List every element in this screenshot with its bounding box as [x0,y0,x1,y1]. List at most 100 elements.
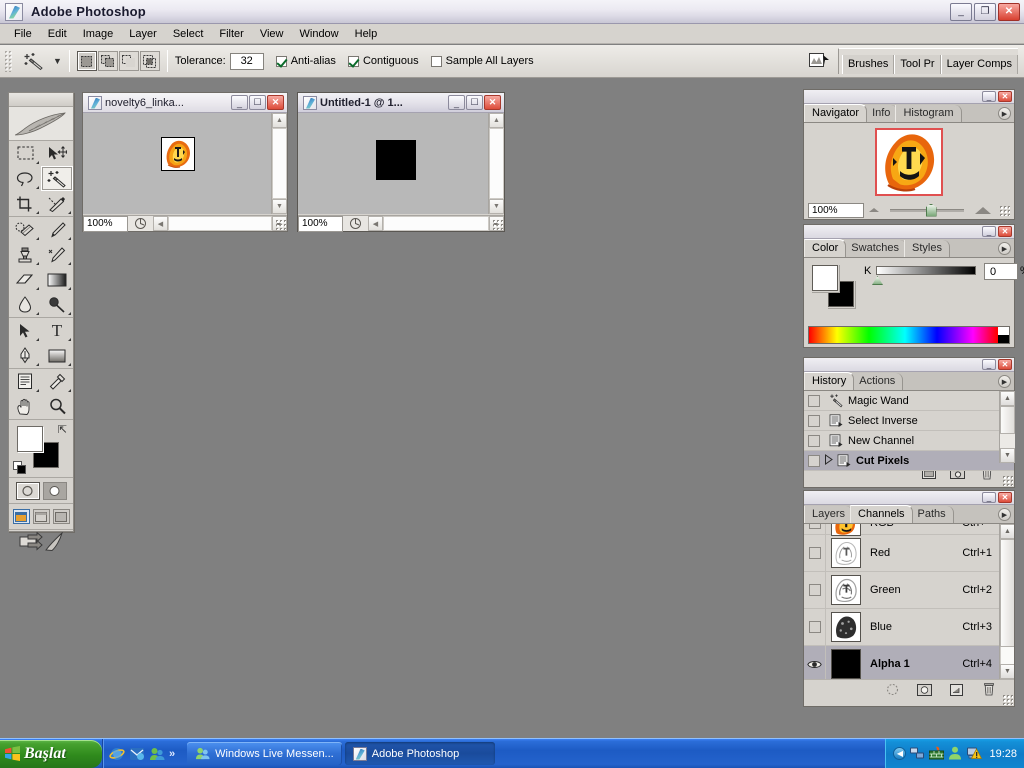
palette-well-tab-layer-comps[interactable]: Layer Comps [940,55,1018,74]
toolbox-drag-handle[interactable] [9,93,73,107]
navigator-zoom-slider-knob[interactable] [925,203,937,217]
swap-colors-icon[interactable]: ⇱ [58,423,67,436]
menu-window[interactable]: Window [292,26,347,42]
palette-resize-grip[interactable] [999,204,1010,216]
scroll-down-arrow[interactable]: ▼ [1000,664,1014,679]
type-tool[interactable]: T [41,318,73,343]
scroll-left-arrow[interactable]: ◀ [153,216,168,231]
shape-tool[interactable] [41,343,73,368]
palette-well-icon[interactable] [806,49,832,73]
task-button-photoshop[interactable]: Adobe Photoshop [344,742,495,765]
palette-menu-icon[interactable]: ▶ [998,508,1011,521]
antialias-option[interactable]: Anti-alias [275,55,336,67]
dodge-tool[interactable] [41,292,73,317]
gradient-tool[interactable] [41,267,73,292]
palette-minimize-button[interactable]: _ [982,359,996,370]
tab-layers[interactable]: Layers [804,506,854,523]
document-maximize-button[interactable]: ☐ [249,95,266,110]
document-horizontal-scrollbar[interactable]: ◀ ▶ [368,216,504,231]
restore-button[interactable]: ❐ [974,2,996,21]
messenger-icon[interactable] [149,746,165,762]
taskbar-clock[interactable]: 19:28 [989,748,1017,760]
document-titlebar[interactable]: novelty6_linka... _ ☐ ✕ [83,93,287,113]
history-state-source-toggle[interactable] [804,451,824,471]
zoom-in-triangle-icon[interactable] [975,206,991,214]
palette-close-button[interactable]: ✕ [998,226,1012,237]
document-window-novelty6[interactable]: novelty6_linka... _ ☐ ✕ ▲ ▼ 100% ◀ [82,92,288,232]
crop-tool[interactable] [9,191,41,216]
network-icon[interactable] [910,746,925,761]
document-titlebar[interactable]: Untitled-1 @ 1... _ ☐ ✕ [298,93,504,113]
scroll-down-arrow[interactable]: ▼ [1000,448,1015,463]
sample-all-layers-checkbox[interactable] [430,55,442,67]
palette-resize-grip[interactable] [1002,694,1013,705]
navigator-zoom-input[interactable]: 100% [808,202,864,218]
eraser-tool[interactable] [9,267,41,292]
palette-close-button[interactable]: ✕ [998,359,1012,370]
options-bar-grip[interactable] [4,50,12,72]
tab-color[interactable]: Color [804,239,847,257]
scroll-up-arrow[interactable]: ▲ [272,113,287,128]
channel-visibility-toggle[interactable] [804,608,826,646]
document-canvas[interactable] [298,113,489,214]
palette-well-tab-tool-presets[interactable]: Tool Pr [894,55,941,74]
tab-channels[interactable]: Channels [850,505,913,523]
zoom-tool[interactable] [41,394,73,419]
tab-actions[interactable]: Actions [851,373,904,390]
mask-circle-icon[interactable] [917,682,932,697]
magic-wand-tool[interactable] [41,166,73,191]
document-resize-grip[interactable] [492,219,503,230]
palette-menu-icon[interactable]: ▶ [998,107,1011,120]
close-button[interactable]: ✕ [998,2,1020,21]
scroll-track[interactable] [272,128,287,199]
menu-view[interactable]: View [252,26,292,42]
channel-visibility-toggle[interactable] [804,524,826,535]
document-resize-grip[interactable] [275,219,286,230]
antialias-checkbox[interactable] [275,55,287,67]
history-state-source-toggle[interactable] [804,431,824,451]
minimize-button[interactable]: _ [950,2,972,21]
color-foreground-swatch[interactable] [812,265,838,291]
palette-menu-icon[interactable]: ▶ [998,242,1011,255]
document-info-icon[interactable] [128,216,153,232]
palette-close-button[interactable]: ✕ [998,492,1012,503]
scroll-up-arrow[interactable]: ▲ [489,113,504,128]
document-close-button[interactable]: ✕ [484,95,501,110]
table-row[interactable]: Alpha 1 Ctrl+4 [804,645,1014,679]
subtract-selection-button[interactable] [118,51,139,71]
quick-launch-more-icon[interactable]: » [169,748,175,760]
table-row[interactable]: Red Ctrl+1 [804,534,1014,572]
magic-wand-icon[interactable] [17,49,51,73]
full-screen-menu-icon[interactable] [32,509,50,524]
menu-filter[interactable]: Filter [211,26,251,42]
navigator-zoom-slider[interactable] [890,203,964,217]
table-row[interactable]: RGB Ctrl+~ [804,524,1014,536]
marquee-tool[interactable] [9,141,41,166]
sample-all-layers-option[interactable]: Sample All Layers [430,55,534,67]
tab-navigator[interactable]: Navigator [804,104,868,122]
feather-logo-icon[interactable] [9,107,73,141]
tab-history[interactable]: History [804,372,855,390]
channels-scrollbar[interactable]: ▲ ▼ [999,524,1014,679]
move-tool[interactable] [41,141,73,166]
scroll-left-arrow[interactable]: ◀ [368,216,383,231]
history-brush-tool[interactable] [41,242,73,267]
clone-stamp-tool[interactable] [9,242,41,267]
firewall-icon[interactable] [929,746,945,761]
scroll-down-arrow[interactable]: ▼ [272,199,287,214]
document-info-icon[interactable] [343,216,368,232]
menu-help[interactable]: Help [347,26,386,42]
document-canvas[interactable] [83,113,272,214]
navigator-thumbnail-area[interactable] [804,123,1014,201]
jump-to-imageready-icon[interactable] [19,530,64,555]
document-horizontal-scrollbar[interactable]: ◀ ▶ [153,216,287,231]
tab-swatches[interactable]: Swatches [843,240,907,257]
list-item[interactable]: Magic Wand [804,391,1014,411]
navigator-palette-titlebar[interactable]: _ ✕ [804,90,1014,104]
new-channel-icon[interactable] [949,682,964,697]
slice-tool[interactable] [41,191,73,216]
history-state-source-toggle[interactable] [804,391,824,411]
chevron-down-icon[interactable]: ▼ [53,56,62,66]
foreground-color-swatch[interactable] [17,426,43,452]
healing-brush-tool[interactable] [9,217,41,242]
